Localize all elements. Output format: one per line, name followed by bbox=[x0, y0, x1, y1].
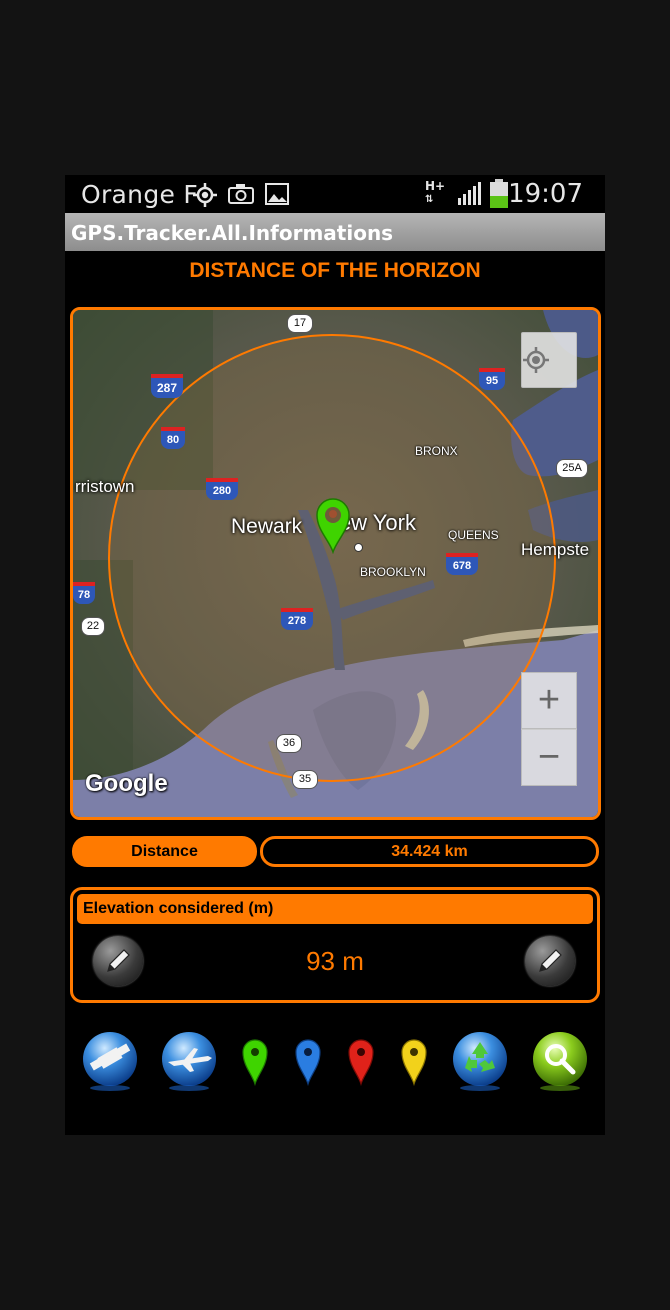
interstate-shield-287: 287 bbox=[151, 374, 183, 398]
area-label-bronx: BRONX bbox=[415, 444, 458, 458]
network-type: H+ bbox=[425, 179, 446, 193]
zoom-out-button[interactable]: − bbox=[521, 729, 577, 786]
airplane-icon[interactable] bbox=[160, 1030, 218, 1097]
page-heading: DISTANCE OF THE HORIZON bbox=[189, 259, 481, 282]
battery-icon bbox=[489, 179, 509, 214]
interstate-shield-278: 278 bbox=[281, 608, 313, 630]
route-shield-22: 22 bbox=[81, 617, 105, 636]
pencil-icon bbox=[539, 949, 562, 972]
city-center-dot bbox=[354, 543, 363, 552]
interstate-shield-678: 678 bbox=[446, 553, 478, 575]
carrier-name: Orange F bbox=[81, 180, 199, 209]
gallery-icon bbox=[265, 183, 289, 210]
camera-icon bbox=[228, 183, 254, 210]
my-location-button[interactable] bbox=[521, 332, 577, 388]
red-marker-icon[interactable] bbox=[347, 1036, 375, 1091]
interstate-shield-280: 280 bbox=[206, 478, 238, 500]
app-title-bar: GPS.Tracker.All.Informations bbox=[65, 213, 605, 251]
elevation-panel: Elevation considered (m) 93 m bbox=[70, 887, 600, 1003]
route-shield-36: 36 bbox=[276, 734, 302, 753]
distance-value: 34.424 km bbox=[260, 836, 599, 867]
area-label-queens: QUEENS bbox=[448, 528, 499, 542]
signal-icon bbox=[457, 181, 483, 210]
route-shield-17: 17 bbox=[287, 314, 313, 333]
recycle-icon[interactable] bbox=[451, 1030, 509, 1097]
network-type-icon: H+ ⇅ bbox=[425, 179, 446, 205]
google-attribution: Google bbox=[85, 770, 168, 797]
edit-elevation-right-button[interactable] bbox=[525, 936, 575, 986]
horizon-circle bbox=[108, 334, 556, 782]
city-label-morristown: rristown bbox=[75, 477, 135, 496]
interstate-shield-78: 78 bbox=[73, 582, 95, 604]
crosshair-icon bbox=[523, 347, 549, 373]
interstate-shield-95: 95 bbox=[479, 368, 505, 390]
zoom-out-icon: − bbox=[537, 736, 561, 778]
city-label-hempstead: Hempste bbox=[521, 540, 590, 559]
area-label-brooklyn: BROOKLYN bbox=[360, 565, 426, 579]
interstate-shield-80: 80 bbox=[161, 427, 185, 449]
app-title: GPS.Tracker.All.Informations bbox=[71, 221, 394, 245]
map-view[interactable]: Newark New York rristown Hempste BRONX Q… bbox=[70, 307, 601, 820]
search-icon[interactable] bbox=[531, 1030, 589, 1097]
blue-marker-icon[interactable] bbox=[294, 1036, 322, 1091]
elevation-label: Elevation considered (m) bbox=[77, 894, 593, 924]
elevation-value: 93 m bbox=[306, 946, 364, 976]
zoom-in-button[interactable]: + bbox=[521, 672, 577, 729]
green-marker-icon[interactable] bbox=[241, 1036, 269, 1091]
satellite-icon[interactable] bbox=[81, 1030, 139, 1097]
yellow-marker-icon[interactable] bbox=[400, 1036, 428, 1091]
gps-icon bbox=[193, 183, 217, 212]
bottom-toolbar bbox=[65, 1030, 605, 1100]
status-bar: Orange F H+ ⇅ 19:07 bbox=[65, 175, 605, 213]
route-shield-25a: 25A bbox=[556, 459, 588, 478]
distance-label: Distance bbox=[72, 836, 257, 867]
zoom-in-icon: + bbox=[537, 679, 561, 721]
route-shield-35: 35 bbox=[292, 770, 318, 789]
clock: 19:07 bbox=[508, 179, 583, 209]
city-label-newark: Newark bbox=[231, 515, 303, 538]
phone-screen: Orange F H+ ⇅ 19:07 GPS.Tracker.All.Infor… bbox=[65, 175, 605, 1135]
